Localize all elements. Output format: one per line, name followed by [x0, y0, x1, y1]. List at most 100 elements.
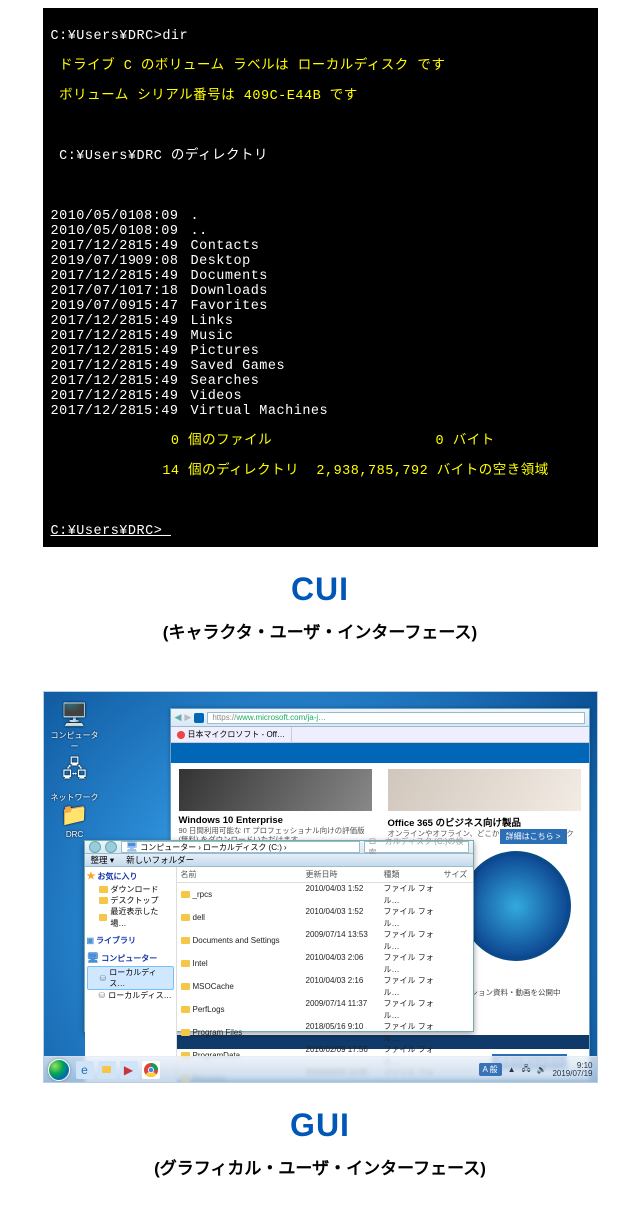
- sidebar-item-local-d[interactable]: ⛁ローカルディス…: [87, 990, 174, 1001]
- ms-favicon-icon: [194, 713, 204, 723]
- network-icon: 🖧: [50, 752, 100, 790]
- folder-icon: [181, 983, 190, 990]
- dir-entry: 2019/07/0915:47Favorites: [51, 299, 590, 314]
- sidebar-item-local-c[interactable]: ⛁ローカルディス…: [87, 966, 174, 990]
- sidebar-item-desktop[interactable]: デスクトップ: [87, 895, 174, 906]
- start-button[interactable]: [48, 1059, 70, 1081]
- back-button[interactable]: [89, 841, 101, 853]
- tab-favicon-icon: [177, 731, 185, 739]
- folder-icon: [181, 914, 190, 921]
- file-row[interactable]: MSOCache2010/04/03 2:16ファイル フォル…: [177, 975, 473, 998]
- desktop-icon-label: ネットワーク: [51, 793, 99, 802]
- explorer-file-list: 名前 更新日時 種類 サイズ _rpcs2010/04/03 1:52ファイル …: [177, 867, 473, 1083]
- file-row[interactable]: PerfLogs2009/07/14 11:37ファイル フォル…: [177, 998, 473, 1021]
- folder-icon: [99, 897, 108, 904]
- drive-icon: ⛁: [100, 973, 107, 984]
- taskbar-ie-icon[interactable]: e: [76, 1061, 94, 1079]
- dir-entry: 2010/05/0108:09..: [51, 224, 590, 239]
- cmd-vol-label: ドライブ C のボリューム ラベルは ローカルディスク です: [51, 59, 590, 74]
- gui-caption-sub: (グラフィカル・ユーザ・インターフェース): [0, 1154, 640, 1179]
- library-icon: ▣: [87, 935, 95, 946]
- desktop-icon-label: DRC: [66, 830, 83, 839]
- dir-entry: 2017/12/2815:49Videos: [51, 389, 590, 404]
- explorer-addressbar: 🖥 コンピューター › ローカルディスク (C:) › ローカルディスク (C:…: [85, 841, 473, 854]
- taskbar-explorer-icon[interactable]: [98, 1061, 116, 1079]
- sidebar-item-recent[interactable]: 最近表示した場…: [87, 906, 174, 928]
- dir-entry: 2017/07/1017:18Downloads: [51, 284, 590, 299]
- desktop-icon-computer[interactable]: 🖥️ コンピューター: [50, 702, 100, 752]
- file-row[interactable]: Program Files2018/05/16 9:10ファイル フォル…: [177, 1021, 473, 1044]
- folder-icon: [99, 914, 108, 921]
- folder-icon: [181, 960, 190, 967]
- tray-volume-icon[interactable]: 🔊: [536, 1065, 546, 1074]
- hero-image: [179, 769, 372, 811]
- cmd-summary-files: 0 個のファイル 0 バイト: [51, 434, 590, 449]
- sidebar-favorites[interactable]: ★お気に入り: [87, 870, 174, 884]
- tab-label: 日本マイクロソフト - Off…: [188, 729, 285, 740]
- forward-icon[interactable]: ▶: [184, 712, 191, 723]
- sidebar-libraries[interactable]: ▣ライブラリ: [87, 935, 174, 946]
- user-folder-icon: 📁: [50, 802, 100, 828]
- chevron-right-icon: ›: [198, 843, 201, 852]
- details-link[interactable]: 詳細はこちら >: [500, 829, 567, 844]
- file-row[interactable]: _rpcs2010/04/03 1:52ファイル フォル…: [177, 883, 473, 906]
- hero-card-windows[interactable]: Windows 10 Enterprise 90 日間利用可能な IT プロフェ…: [171, 763, 380, 847]
- column-headers[interactable]: 名前 更新日時 種類 サイズ: [177, 867, 473, 883]
- ms-navbar[interactable]: [171, 743, 589, 763]
- breadcrumb[interactable]: 🖥 コンピューター › ローカルディスク (C:) ›: [121, 841, 360, 853]
- ime-indicator[interactable]: A 般: [479, 1063, 502, 1076]
- chevron-right-icon: ›: [284, 843, 287, 852]
- browser-tab[interactable]: 日本マイクロソフト - Off…: [171, 727, 292, 742]
- explorer-search[interactable]: ローカルディスク (C:)の検索: [364, 841, 469, 853]
- desktop-icon-user[interactable]: 📁 DRC: [50, 802, 100, 839]
- file-row[interactable]: dell2010/04/03 1:52ファイル フォル…: [177, 906, 473, 929]
- dir-entry: 2010/05/0108:09.: [51, 209, 590, 224]
- file-row[interactable]: Intel2010/04/03 2:06ファイル フォル…: [177, 952, 473, 975]
- taskbar-media-icon[interactable]: ▶: [120, 1061, 138, 1079]
- cmd-line: C:¥Users¥DRC>dir: [51, 29, 590, 44]
- gui-caption-title: GUI: [0, 1107, 640, 1144]
- file-explorer-window[interactable]: 🖥 コンピューター › ローカルディスク (C:) › ローカルディスク (C:…: [84, 840, 474, 1032]
- dir-entry: 2017/12/2815:49Virtual Machines: [51, 404, 590, 419]
- cmd-path: C:¥Users¥DRC のディレクトリ: [51, 149, 590, 164]
- dir-entry: 2017/12/2815:49Contacts: [51, 239, 590, 254]
- folder-icon: [181, 937, 190, 944]
- dir-entry: 2017/12/2815:49Music: [51, 329, 590, 344]
- back-icon[interactable]: ◀: [175, 712, 182, 723]
- dir-entry: 2017/12/2815:49Saved Games: [51, 359, 590, 374]
- dir-entry: 2019/07/1909:08Desktop: [51, 254, 590, 269]
- folder-icon: [181, 1006, 190, 1013]
- dir-entry: 2017/12/2815:49Documents: [51, 269, 590, 284]
- folder-icon: [181, 1029, 190, 1036]
- explorer-sidebar: ★お気に入り ダウンロード デスクトップ 最近表示した場… ▣ライブラリ 🖥コン…: [85, 867, 177, 1083]
- computer-icon: 🖥: [87, 952, 100, 966]
- star-icon: ★: [87, 870, 96, 884]
- folder-icon: [181, 891, 190, 898]
- tray-flag-icon[interactable]: ▲: [508, 1065, 516, 1074]
- computer-icon: 🖥️: [50, 702, 100, 728]
- cmd-prompt: C:¥Users¥DRC>_: [51, 524, 171, 539]
- hero-title: Windows 10 Enterprise: [179, 815, 372, 826]
- blank: [51, 179, 590, 194]
- clock[interactable]: 9:10 2019/07/19: [552, 1062, 592, 1078]
- address-bar[interactable]: https://www.microsoft.com/ja-j…: [207, 712, 584, 724]
- dir-entry: 2017/12/2815:49Links: [51, 314, 590, 329]
- drive-icon: ⛁: [99, 990, 106, 1001]
- decorative-circle: [461, 851, 571, 961]
- forward-button[interactable]: [105, 841, 117, 853]
- explorer-toolbar: 整理 ▾ 新しいフォルダー: [85, 854, 473, 867]
- tray-network-icon[interactable]: 🖧: [522, 1063, 531, 1077]
- new-folder-button[interactable]: 新しいフォルダー: [126, 854, 194, 866]
- folder-icon: [99, 886, 108, 893]
- taskbar: e ▶ A 般 ▲ 🖧 🔊 9:10 2019/07/19: [44, 1056, 597, 1082]
- cui-caption-title: CUI: [0, 571, 640, 608]
- browser-titlebar[interactable]: ◀ ▶ https://www.microsoft.com/ja-j…: [171, 709, 589, 727]
- sidebar-item-downloads[interactable]: ダウンロード: [87, 884, 174, 895]
- sidebar-computer[interactable]: 🖥コンピューター: [87, 952, 174, 966]
- organize-menu[interactable]: 整理 ▾: [91, 854, 115, 866]
- blank: [51, 119, 590, 134]
- desktop-icon-network[interactable]: 🖧 ネットワーク: [50, 752, 100, 803]
- file-row[interactable]: Documents and Settings2009/07/14 13:53ファ…: [177, 929, 473, 952]
- taskbar-chrome-icon[interactable]: [142, 1061, 160, 1079]
- system-tray[interactable]: A 般 ▲ 🖧 🔊 9:10 2019/07/19: [479, 1062, 593, 1078]
